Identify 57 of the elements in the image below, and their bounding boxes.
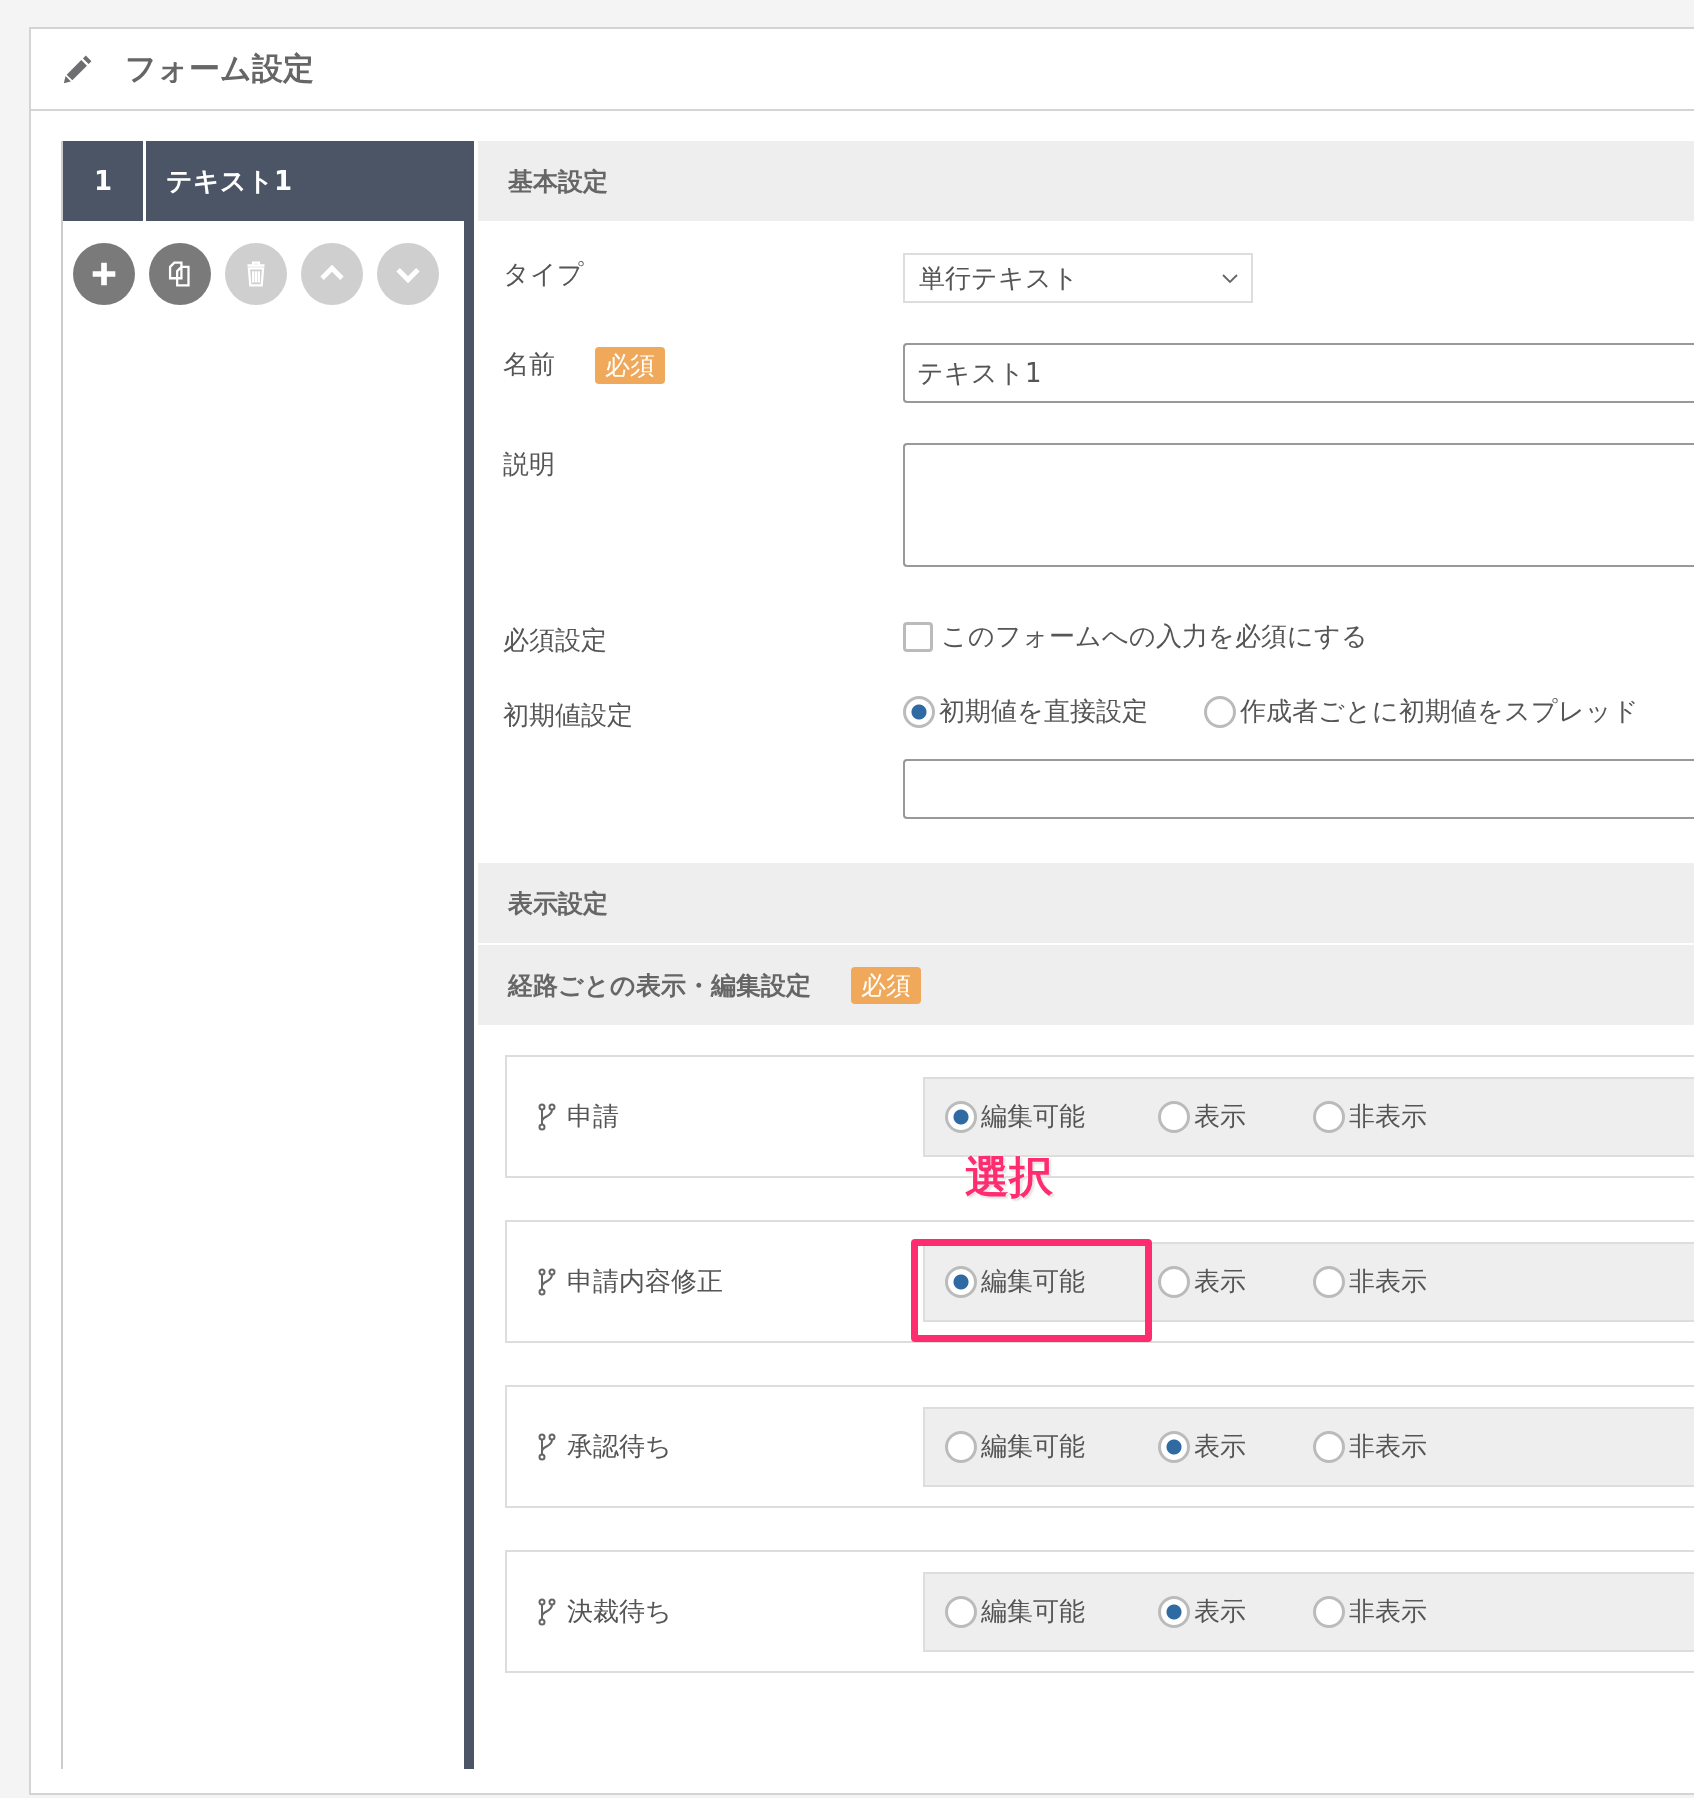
checkbox[interactable] (903, 621, 933, 652)
route-label: 承認待ち (567, 1430, 672, 1463)
radio-label: 編集可能 (981, 1430, 1085, 1463)
page-title: フォーム設定 (125, 49, 314, 88)
branch-icon (537, 1432, 557, 1461)
radio-button[interactable] (945, 1595, 977, 1628)
branch-icon (537, 1102, 557, 1131)
radio-button[interactable] (1158, 1595, 1190, 1628)
description-field[interactable] (903, 443, 1694, 567)
radio-label: 編集可能 (981, 1265, 1085, 1298)
radio-label: 表示 (1194, 1430, 1246, 1463)
radio-label: 作成者ごとに初期値をスプレッド (1240, 695, 1639, 728)
branch-icon (537, 1267, 557, 1296)
field-label: タイプ (503, 258, 584, 291)
radio-button[interactable] (1158, 1100, 1190, 1133)
radio-label: 非表示 (1349, 1595, 1427, 1628)
radio-button[interactable] (945, 1265, 977, 1298)
item-label: テキスト1 (165, 164, 293, 198)
route-label: 申請 (567, 1100, 619, 1133)
radio-label: 非表示 (1349, 1100, 1427, 1133)
subsection-heading: 経路ごとの表示・編集設定 (508, 969, 811, 1002)
radio-label: 非表示 (1349, 1430, 1427, 1463)
field-label: 名前 (503, 348, 555, 381)
radio-label: 編集可能 (981, 1100, 1085, 1133)
radio-button[interactable] (1313, 1430, 1345, 1463)
branch-icon (537, 1597, 557, 1626)
radio-label: 非表示 (1349, 1265, 1427, 1298)
radio-label: 編集可能 (981, 1595, 1085, 1628)
item-number: 1 (63, 141, 146, 221)
field-label: 初期値設定 (503, 699, 633, 732)
field-label: 必須設定 (503, 624, 607, 657)
radio-label: 表示 (1194, 1595, 1246, 1628)
required-badge: 必須 (851, 966, 921, 1004)
radio-button[interactable] (1158, 1265, 1190, 1298)
caret-icon (1221, 272, 1239, 284)
route-label: 申請内容修正 (567, 1265, 723, 1298)
field-label: 説明 (503, 448, 555, 481)
section-heading: 基本設定 (478, 141, 1694, 221)
radio-button[interactable] (1313, 1100, 1345, 1133)
required-badge: 必須 (595, 347, 665, 384)
radio-button[interactable] (903, 695, 935, 728)
radio-label: 表示 (1194, 1265, 1246, 1298)
radio-button[interactable] (1158, 1430, 1190, 1463)
radio-label: 初期値を直接設定 (939, 695, 1148, 728)
radio-button[interactable] (945, 1430, 977, 1463)
route-label: 決裁待ち (567, 1595, 672, 1628)
name-input-field[interactable]: テキスト1 (903, 343, 1694, 403)
section-heading: 表示設定 (478, 863, 1694, 943)
radio-button[interactable] (945, 1100, 977, 1133)
type-dropdown[interactable]: 単行テキスト (903, 253, 1253, 303)
callout-label: 選択 (965, 1150, 1053, 1204)
radio-button[interactable] (1204, 695, 1236, 728)
default-value-field[interactable] (903, 759, 1694, 819)
checkbox-label: このフォームへの入力を必須にする (941, 620, 1368, 653)
radio-button[interactable] (1313, 1595, 1345, 1628)
radio-button[interactable] (1313, 1265, 1345, 1298)
radio-label: 表示 (1194, 1100, 1246, 1133)
